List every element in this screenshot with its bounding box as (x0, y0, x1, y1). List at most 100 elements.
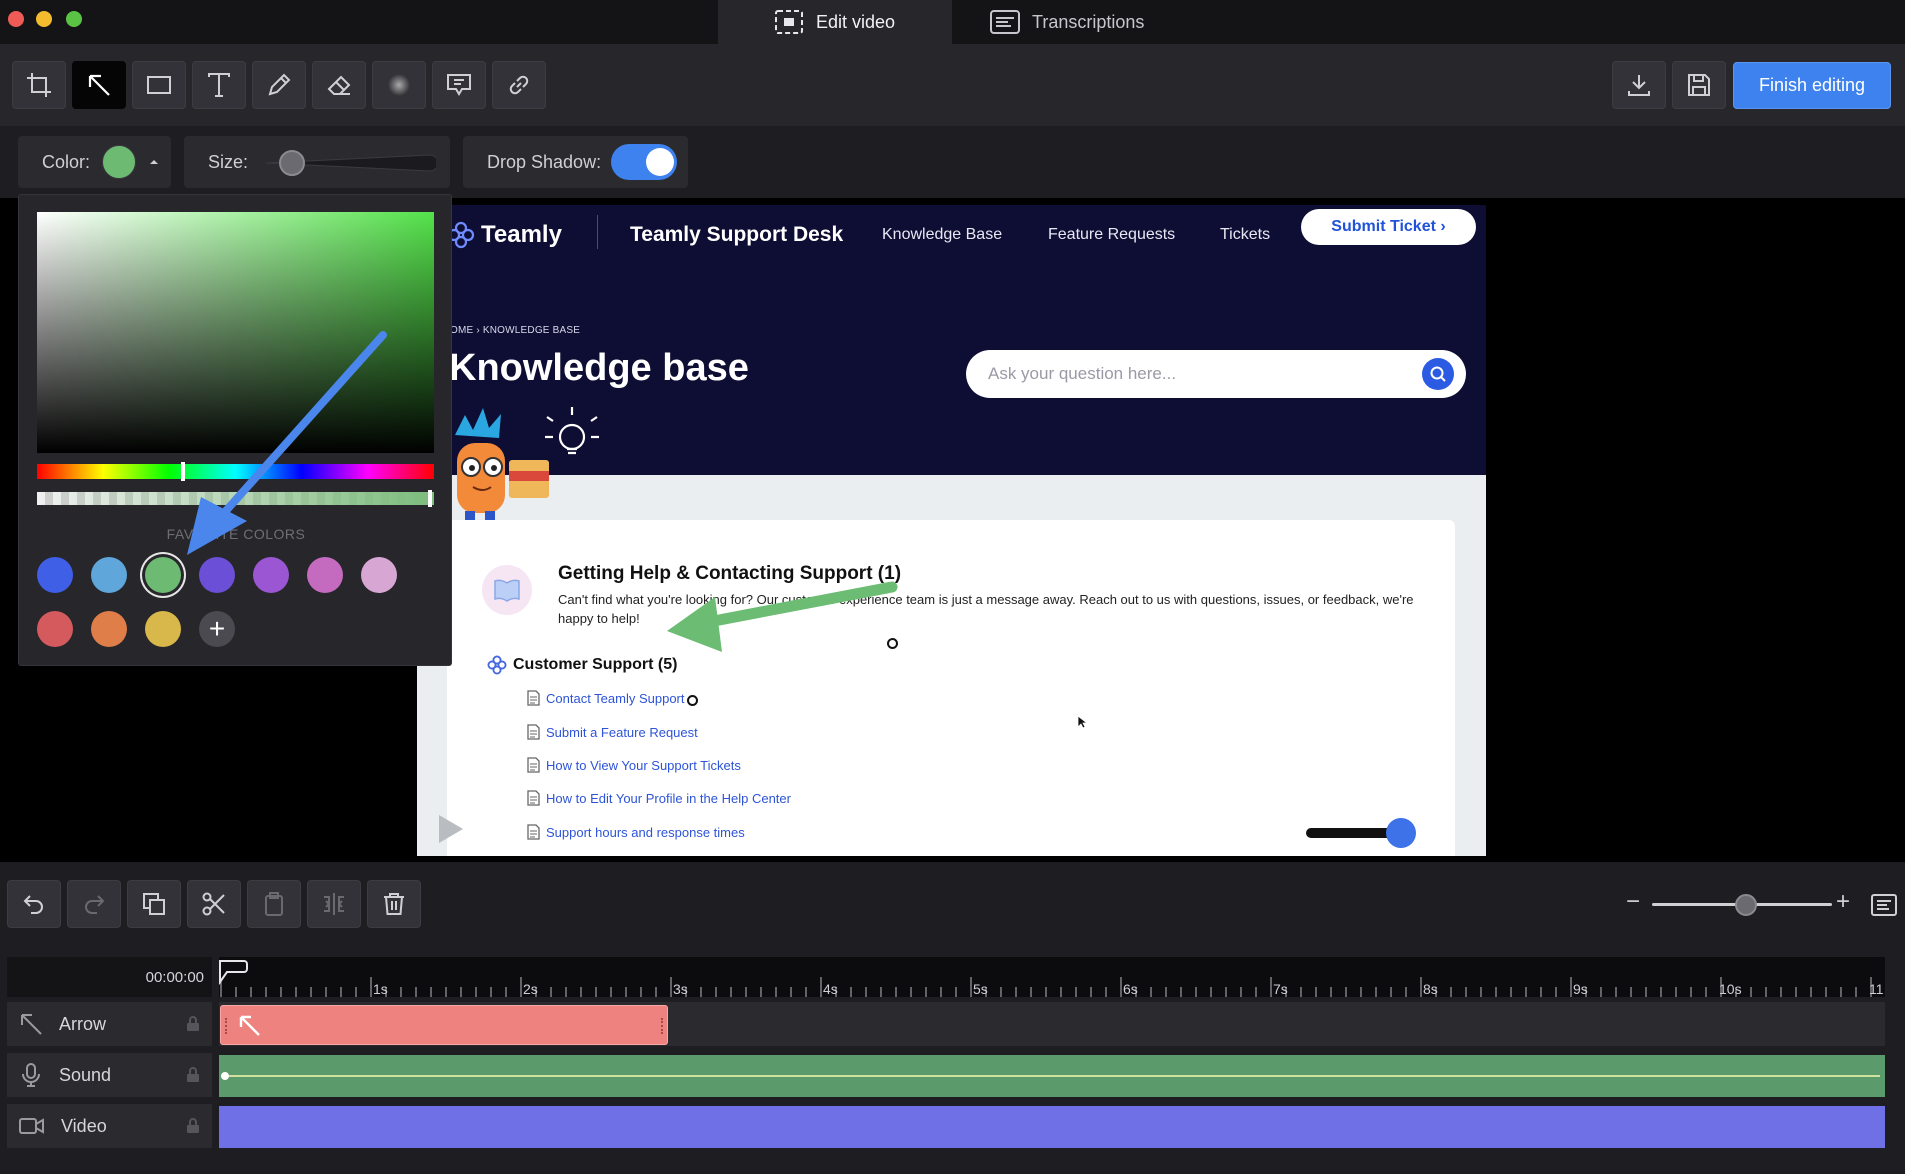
lock-icon[interactable] (186, 1016, 200, 1032)
nav-tickets[interactable]: Tickets (1220, 215, 1270, 255)
volume-slider[interactable] (1306, 818, 1416, 848)
zoom-out-button[interactable]: − (1626, 888, 1640, 916)
delete-button[interactable] (367, 880, 421, 928)
opacity-slider-thumb[interactable] (428, 490, 432, 507)
swatch-purple[interactable] (253, 557, 289, 593)
search-icon (1430, 366, 1446, 382)
arrow-icon (88, 74, 110, 96)
blur-tool-button[interactable] (372, 61, 426, 109)
tick-label: 9s (1573, 981, 1588, 997)
article-link[interactable]: Support hours and response times (527, 824, 745, 840)
subsection-header[interactable]: Customer Support (5) (487, 655, 677, 675)
swatch-green[interactable] (145, 557, 181, 593)
size-slider-thumb[interactable] (279, 150, 305, 176)
download-button[interactable] (1612, 61, 1666, 109)
size-slider[interactable] (260, 150, 439, 176)
section-title[interactable]: Getting Help & Contacting Support (1) (558, 563, 901, 585)
video-clip[interactable] (219, 1106, 1885, 1148)
hue-slider[interactable] (37, 462, 434, 481)
hue-slider-thumb[interactable] (181, 462, 185, 481)
track-label-arrow[interactable]: Arrow (7, 1002, 212, 1046)
lock-icon[interactable] (186, 1067, 200, 1083)
nav-knowledge-base[interactable]: Knowledge Base (882, 215, 1002, 255)
clip-trim-handle-left[interactable] (225, 1018, 227, 1034)
arrow-tool-button[interactable] (72, 61, 126, 109)
zoom-in-button[interactable]: + (1836, 888, 1850, 916)
swatch-blue[interactable] (37, 557, 73, 593)
maximize-window-button[interactable] (66, 11, 82, 27)
tick-label: 1s (373, 981, 388, 997)
tab-edit-video[interactable]: Edit video (718, 0, 952, 44)
play-icon[interactable] (436, 812, 466, 846)
fit-timeline-icon[interactable] (1871, 894, 1897, 916)
swatch-light-blue[interactable] (91, 557, 127, 593)
search-button[interactable] (1422, 358, 1454, 390)
ruler-ticks (220, 977, 1872, 997)
article-link[interactable]: How to View Your Support Tickets (527, 757, 741, 773)
swatch-yellow[interactable] (145, 611, 181, 647)
article-link[interactable]: How to Edit Your Profile in the Help Cen… (527, 790, 791, 806)
text-tool-button[interactable] (192, 61, 246, 109)
track-label-video[interactable]: Video (7, 1104, 212, 1148)
clip-trim-handle-right[interactable] (661, 1018, 663, 1034)
tab-transcriptions[interactable]: Transcriptions (960, 0, 1220, 44)
search-bar[interactable]: Ask your question here... (966, 350, 1466, 398)
swatch-pink[interactable] (307, 557, 343, 593)
undo-button[interactable] (7, 880, 61, 928)
finish-editing-button[interactable]: Finish editing (1733, 62, 1891, 109)
lock-icon[interactable] (186, 1118, 200, 1134)
redo-button[interactable] (67, 880, 121, 928)
paste-button[interactable] (247, 880, 301, 928)
swatch-red[interactable] (37, 611, 73, 647)
color-preview[interactable] (102, 145, 137, 179)
color-control[interactable]: Color: (18, 136, 171, 188)
tick-label: 7s (1273, 981, 1288, 997)
swatch-indigo[interactable] (199, 557, 235, 593)
callout-tool-button[interactable] (432, 61, 486, 109)
link-tool-button[interactable] (492, 61, 546, 109)
arrow-clip[interactable] (220, 1005, 668, 1045)
submit-ticket-button[interactable]: Submit Ticket › (1301, 209, 1476, 245)
pencil-tool-button[interactable] (252, 61, 306, 109)
track-label-sound[interactable]: Sound (7, 1053, 212, 1097)
volume-keyframe[interactable] (221, 1072, 229, 1080)
volume-thumb[interactable] (1386, 818, 1416, 848)
add-color-button[interactable]: + (199, 611, 235, 647)
close-window-button[interactable] (8, 11, 24, 27)
crop-tool-button[interactable] (12, 61, 66, 109)
duplicate-button[interactable] (127, 880, 181, 928)
arrow-start-handle[interactable] (687, 695, 698, 706)
eraser-tool-button[interactable] (312, 61, 366, 109)
rectangle-tool-button[interactable] (132, 61, 186, 109)
article-title: How to Edit Your Profile in the Help Cen… (546, 790, 791, 806)
search-input[interactable]: Ask your question here... (988, 364, 1176, 384)
article-link[interactable]: Submit a Feature Request (527, 724, 698, 740)
eraser-icon (327, 75, 351, 95)
sound-clip[interactable] (219, 1055, 1885, 1097)
minimize-window-button[interactable] (36, 11, 52, 27)
breadcrumb: OME › KNOWLEDGE BASE (450, 325, 581, 336)
document-icon (527, 757, 540, 773)
swatch-orange[interactable] (91, 611, 127, 647)
cut-button[interactable] (187, 880, 241, 928)
arrow-end-handle[interactable] (887, 638, 898, 649)
saturation-value-field[interactable] (37, 212, 434, 453)
pencil-icon (268, 73, 291, 96)
split-button[interactable] (307, 880, 361, 928)
mouse-cursor-icon (1077, 715, 1087, 729)
color-picker-popover: FAVORITE COLORS + (18, 194, 452, 666)
timeline-ruler[interactable]: 1s 2s 3s 4s 5s 6s 7s 8s 9s 10s 11 (219, 957, 1885, 997)
tick-label: 2s (523, 981, 538, 997)
playhead-icon[interactable] (219, 957, 249, 985)
tab-transcriptions-label: Transcriptions (1032, 11, 1145, 32)
toggle-track[interactable] (611, 144, 677, 180)
save-button[interactable] (1672, 61, 1726, 109)
video-preview[interactable]: Teamly Teamly Support Desk Knowledge Bas… (417, 205, 1486, 856)
nav-feature-requests[interactable]: Feature Requests (1048, 215, 1175, 255)
opacity-slider[interactable] (37, 490, 434, 507)
zoom-thumb[interactable] (1735, 894, 1757, 916)
site-header: Teamly Teamly Support Desk Knowledge Bas… (417, 205, 1486, 539)
zoom-slider[interactable] (1652, 894, 1832, 916)
swatch-light-pink[interactable] (361, 557, 397, 593)
article-link[interactable]: Contact Teamly Support (527, 690, 685, 706)
